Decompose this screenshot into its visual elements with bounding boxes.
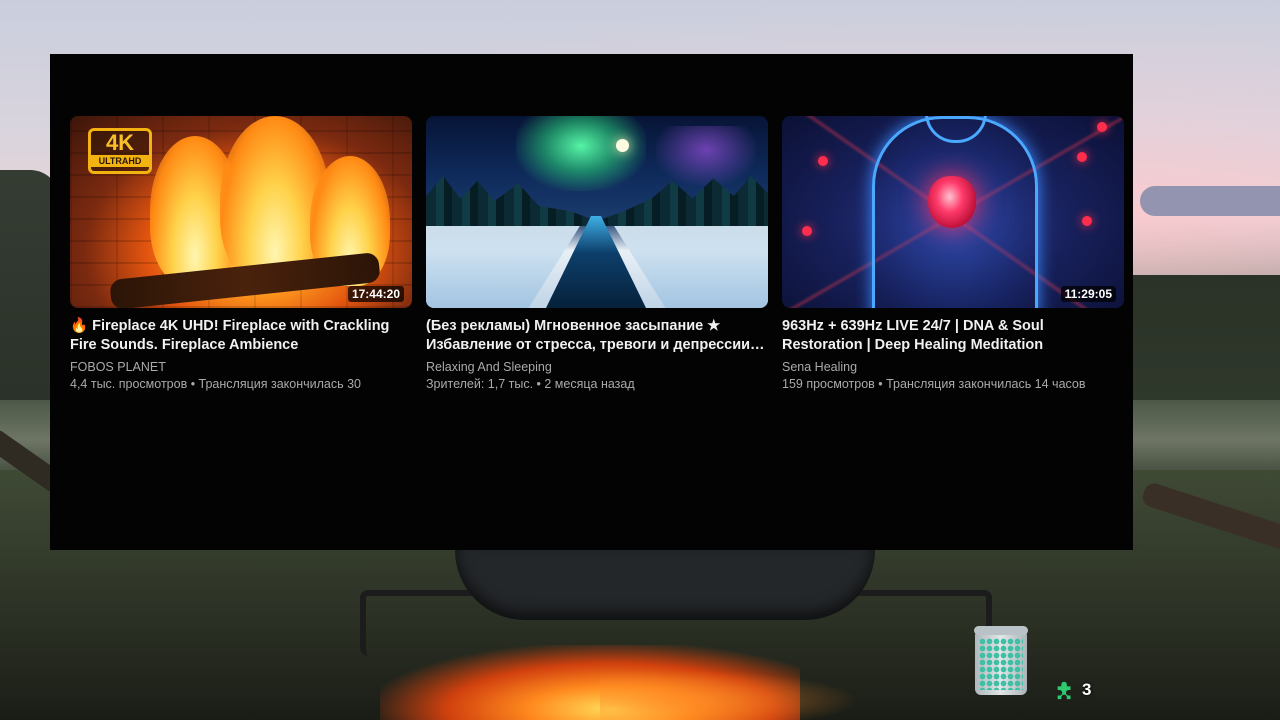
video-card[interactable]: 11:29:05 963Hz + 639Hz LIVE 24/7 | DNA &… [782,116,1124,393]
moon [616,139,629,152]
video-meta: 159 просмотров • Трансляция закончилась … [782,377,1086,391]
duration-badge: 11:29:05 [1060,286,1116,302]
network-node [1097,122,1107,132]
network-node [818,156,828,166]
glowing-heart [928,176,976,228]
aurora-glow [656,126,756,186]
counter-value: 3 [1082,680,1092,699]
background-embers [600,670,860,720]
video-title[interactable]: 963Hz + 639Hz LIVE 24/7 | DNA & Soul Res… [782,317,1124,355]
stage: 4K ULTRAHD 17:44:20 🔥 Fireplace 4K UHD! … [0,0,1280,720]
network-node [1077,152,1087,162]
channel-name[interactable]: FOBOS PLANET [70,359,412,376]
badge-ultrahd-text: ULTRAHD [91,155,149,167]
aurora-glow [516,116,646,191]
channel-name[interactable]: Relaxing And Sleeping [426,359,768,376]
video-title[interactable]: 🔥 Fireplace 4K UHD! Fireplace with Crack… [70,317,412,355]
video-thumbnail[interactable]: 4K ULTRAHD 17:44:20 [70,116,412,308]
puzzle-icon [1057,681,1071,700]
video-card[interactable]: 4K ULTRAHD 17:44:20 🔥 Fireplace 4K UHD! … [70,116,412,393]
background-cloud [1140,186,1280,216]
recommended-videos-panel: 4K ULTRAHD 17:44:20 🔥 Fireplace 4K UHD! … [50,54,1133,550]
network-node [1082,216,1092,226]
duration-badge: 17:44:20 [347,286,404,302]
jar-icon[interactable] [974,626,1028,695]
video-meta: Зрителей: 1,7 тыс. • 2 месяца назад [426,377,635,391]
jar-contents [979,638,1023,690]
video-thumbnail[interactable]: 11:29:05 [782,116,1124,308]
network-node [802,226,812,236]
badge-4k-text: 4K [105,130,135,155]
jar-lid [974,626,1028,635]
video-thumbnail[interactable] [426,116,768,308]
video-meta: 4,4 тыс. просмотров • Трансляция закончи… [70,377,362,391]
puzzle-counter[interactable]: 3 [1054,678,1091,702]
background-pot [455,550,875,620]
4k-ultrahd-badge: 4K ULTRAHD [88,128,152,174]
channel-name[interactable]: Sena Healing [782,359,1124,376]
video-title[interactable]: (Без рекламы) Мгновенное засыпание ★ Изб… [426,317,768,355]
video-card[interactable]: (Без рекламы) Мгновенное засыпание ★ Изб… [426,116,768,393]
